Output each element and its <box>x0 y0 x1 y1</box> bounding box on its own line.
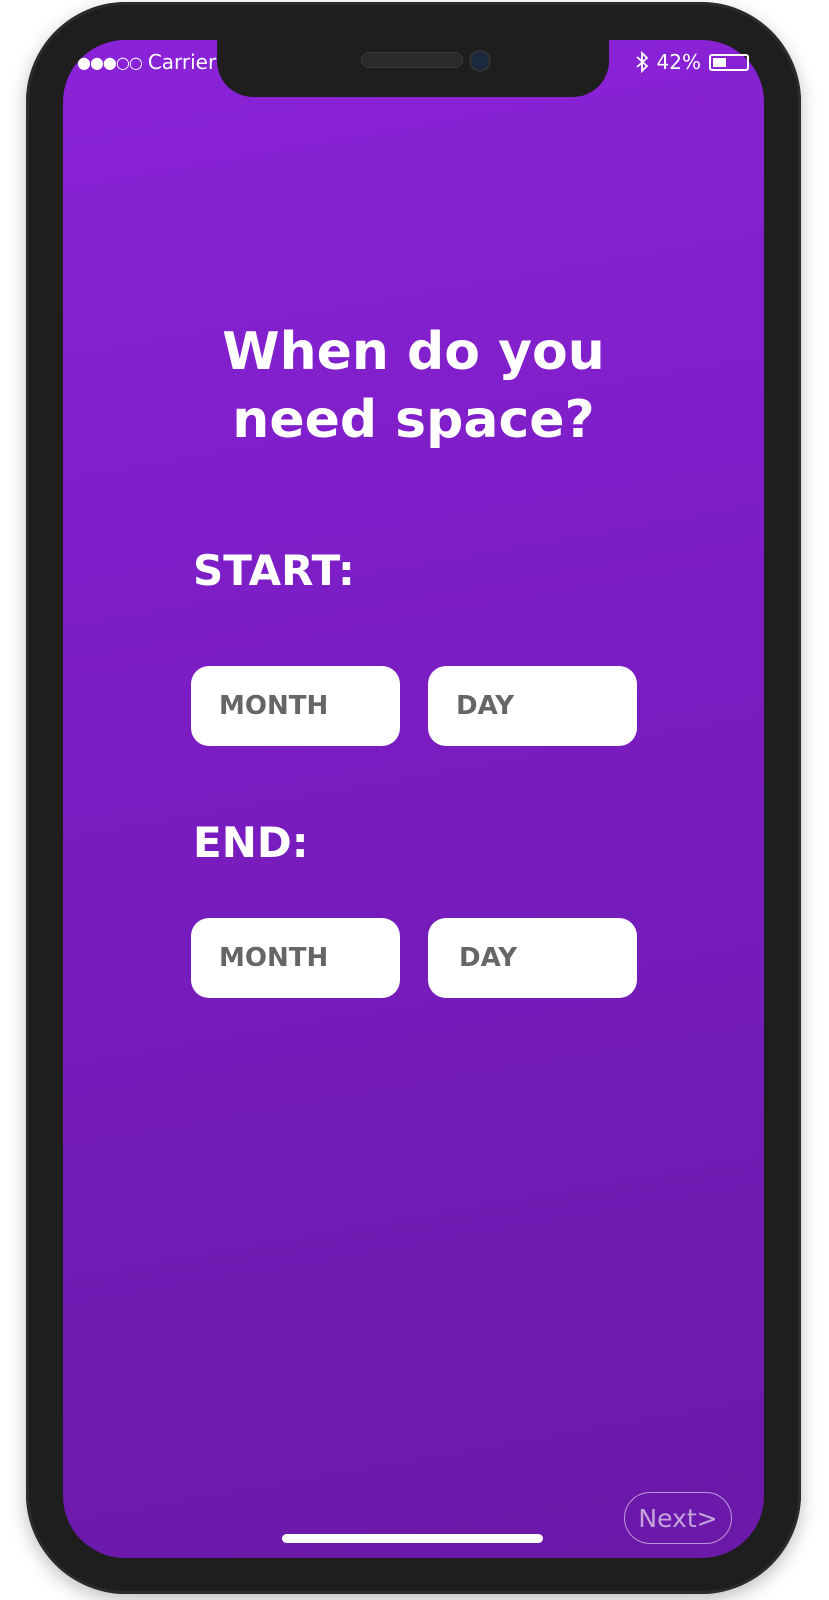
start-month-field[interactable]: MONTH <box>191 666 400 746</box>
app-screen <box>63 40 764 1558</box>
status-bar-left: ●●●○○ Carrier <box>77 50 216 74</box>
home-indicator[interactable] <box>282 1534 543 1543</box>
battery-percent: 42% <box>656 50 701 74</box>
carrier-name: Carrier <box>147 50 217 74</box>
next-button[interactable]: Next> <box>624 1492 732 1544</box>
signal-strength-icon: ●●●○○ <box>77 52 143 72</box>
notch <box>217 40 609 97</box>
start-day-field[interactable]: DAY <box>428 666 637 746</box>
status-bar-right: 42% <box>635 50 749 74</box>
page-title-line-1: When do you <box>222 322 605 382</box>
start-label: START: <box>193 546 355 595</box>
page-title: When do you need space? <box>63 318 764 454</box>
end-month-field[interactable]: MONTH <box>191 918 400 998</box>
page-title-line-2: need space? <box>232 390 595 450</box>
bluetooth-icon <box>635 51 649 73</box>
front-camera-icon <box>469 50 491 72</box>
battery-level <box>713 57 726 67</box>
speaker-grille <box>361 52 463 68</box>
end-label: END: <box>193 818 309 867</box>
end-day-field[interactable]: DAY <box>428 918 637 998</box>
battery-icon <box>709 53 749 71</box>
